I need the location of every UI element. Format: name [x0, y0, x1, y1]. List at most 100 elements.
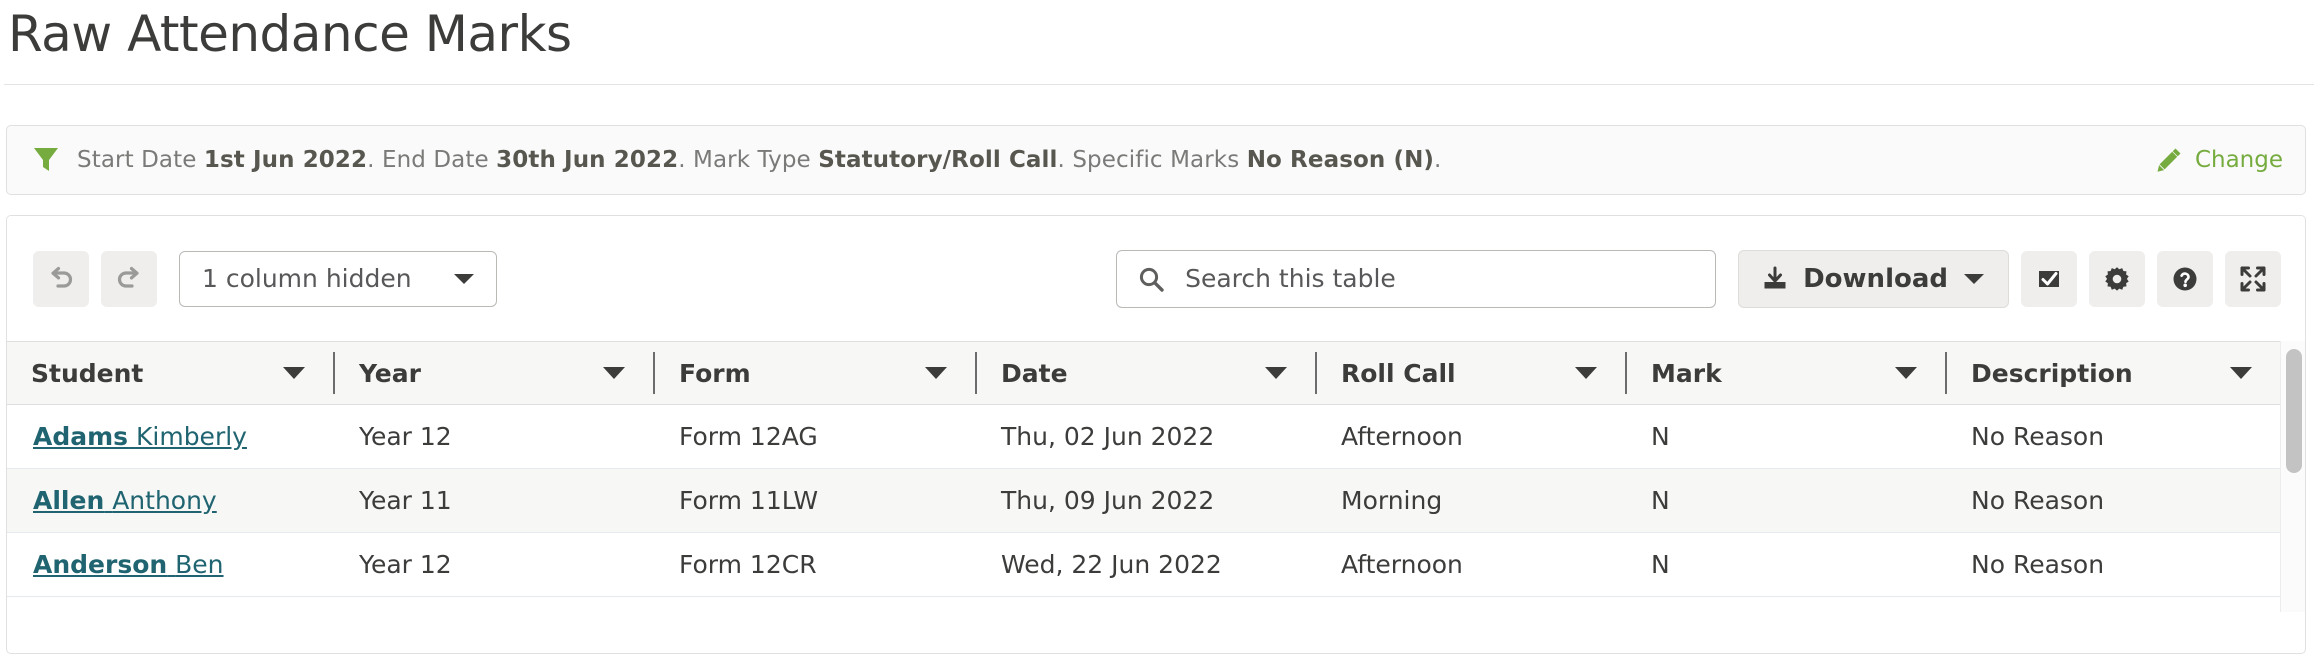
cell-date: Wed, 22 Jun 2022 [977, 533, 1317, 597]
student-surname: Adams [33, 422, 128, 451]
cell-student: Adams Kimberly [7, 405, 335, 469]
search-input[interactable] [1183, 263, 1697, 294]
columns-hidden-dropdown[interactable]: 1 column hidden [179, 251, 497, 307]
filter-seg-marktype-label: Mark Type [693, 147, 818, 173]
column-menu-caret-roll-call-icon[interactable] [1575, 367, 1597, 379]
filter-seg-end-tail: . [678, 147, 693, 173]
redo-icon [114, 264, 144, 294]
download-label: Download [1803, 264, 1948, 294]
filter-seg-marktype-value: Statutory/Roll Call [818, 147, 1057, 173]
filter-seg-start-value: 1st Jun 2022 [204, 147, 367, 173]
select-rows-button[interactable] [2021, 251, 2077, 307]
cell-date: Thu, 02 Jun 2022 [977, 405, 1317, 469]
question-circle-icon [2170, 264, 2200, 294]
column-header-student-label: Student [31, 359, 143, 388]
chevron-down-icon [1962, 271, 1986, 287]
student-link[interactable]: Anderson Ben [33, 550, 224, 579]
gear-icon [2102, 264, 2132, 294]
search-icon [1137, 265, 1165, 293]
expand-arrows-icon [2238, 264, 2268, 294]
student-surname: Anderson [33, 550, 167, 579]
search-box[interactable] [1116, 250, 1716, 308]
scrollbar-thumb[interactable] [2286, 349, 2302, 473]
filter-seg-start-label: Start Date [77, 147, 204, 173]
column-header-roll-call[interactable]: Roll Call [1317, 342, 1627, 405]
filter-seg-end-label: End Date [382, 147, 496, 173]
cell-roll-call: Afternoon [1317, 405, 1627, 469]
filter-summary-bar: Start Date 1st Jun 2022. End Date 30th J… [6, 125, 2306, 195]
redo-button[interactable] [101, 251, 157, 307]
column-header-date-label: Date [1001, 359, 1068, 388]
column-header-year[interactable]: Year [335, 342, 655, 405]
pencil-icon [2155, 146, 2183, 174]
column-header-form-label: Form [679, 359, 751, 388]
cell-year: Year 12 [335, 405, 655, 469]
cell-year: Year 11 [335, 469, 655, 533]
change-filter-link[interactable]: Change [2155, 146, 2283, 174]
student-given-name: Ben [175, 550, 223, 579]
table-scroll-region: Student Year [7, 341, 2305, 597]
cell-roll-call: Afternoon [1317, 533, 1627, 597]
cell-mark: N [1627, 533, 1947, 597]
columns-hidden-label: 1 column hidden [202, 264, 412, 293]
cell-date: Thu, 09 Jun 2022 [977, 469, 1317, 533]
download-button[interactable]: Download [1738, 250, 2009, 308]
column-header-student[interactable]: Student [7, 342, 335, 405]
page-title: Raw Attendance Marks [0, 0, 2318, 62]
cell-year: Year 12 [335, 533, 655, 597]
table-row[interactable]: Adams Kimberly Year 12 Form 12AG Thu, 02… [7, 405, 2282, 469]
column-menu-caret-student-icon[interactable] [283, 367, 305, 379]
filter-seg-end-value: 30th Jun 2022 [496, 147, 678, 173]
cell-form: Form 12CR [655, 533, 977, 597]
column-menu-caret-form-icon[interactable] [925, 367, 947, 379]
student-surname: Allen [33, 486, 104, 515]
filter-seg-specific-label: Specific Marks [1072, 147, 1246, 173]
help-button[interactable] [2157, 251, 2213, 307]
attendance-table-card: 1 column hidden [6, 215, 2306, 654]
student-link[interactable]: Adams Kimberly [33, 422, 247, 451]
column-header-roll-call-label: Roll Call [1341, 359, 1456, 388]
table-toolbar: 1 column hidden [7, 216, 2305, 341]
filter-seg-marktype-tail: . [1058, 147, 1073, 173]
cell-description: No Reason [1947, 405, 2282, 469]
table-row[interactable]: Anderson Ben Year 12 Form 12CR Wed, 22 J… [7, 533, 2282, 597]
cell-description: No Reason [1947, 469, 2282, 533]
undo-icon [46, 264, 76, 294]
title-divider [4, 84, 2314, 85]
raw-attendance-marks-page: Raw Attendance Marks Start Date 1st Jun … [0, 0, 2318, 654]
filter-seg-specific-value: No Reason (N) [1247, 147, 1434, 173]
cell-student: Allen Anthony [7, 469, 335, 533]
column-header-description[interactable]: Description [1947, 342, 2282, 405]
settings-button[interactable] [2089, 251, 2145, 307]
column-header-date[interactable]: Date [977, 342, 1317, 405]
cell-mark: N [1627, 469, 1947, 533]
table-header: Student Year [7, 342, 2282, 405]
table-vertical-scrollbar[interactable] [2280, 341, 2305, 612]
cell-form: Form 11LW [655, 469, 977, 533]
filter-seg-specific-tail: . [1434, 147, 1441, 173]
column-header-year-label: Year [359, 359, 421, 388]
table-row[interactable]: Allen Anthony Year 11 Form 11LW Thu, 09 … [7, 469, 2282, 533]
funnel-icon [33, 146, 59, 174]
download-icon [1761, 265, 1789, 293]
cell-roll-call: Morning [1317, 469, 1627, 533]
column-menu-caret-date-icon[interactable] [1265, 367, 1287, 379]
attendance-table: Student Year [7, 341, 2282, 597]
column-header-form[interactable]: Form [655, 342, 977, 405]
column-header-mark-label: Mark [1651, 359, 1722, 388]
filter-summary-text: Start Date 1st Jun 2022. End Date 30th J… [77, 147, 1441, 173]
fullscreen-button[interactable] [2225, 251, 2281, 307]
column-header-description-label: Description [1971, 359, 2133, 388]
cell-mark: N [1627, 405, 1947, 469]
change-filter-label: Change [2195, 147, 2283, 173]
student-given-name: Kimberly [136, 422, 247, 451]
table-header-row: Student Year [7, 342, 2282, 405]
student-link[interactable]: Allen Anthony [33, 486, 217, 515]
column-header-mark[interactable]: Mark [1627, 342, 1947, 405]
undo-button[interactable] [33, 251, 89, 307]
column-menu-caret-year-icon[interactable] [603, 367, 625, 379]
table-body: Adams Kimberly Year 12 Form 12AG Thu, 02… [7, 405, 2282, 597]
checkbox-checked-icon [2034, 264, 2064, 294]
column-menu-caret-description-icon[interactable] [2230, 367, 2252, 379]
column-menu-caret-mark-icon[interactable] [1895, 367, 1917, 379]
